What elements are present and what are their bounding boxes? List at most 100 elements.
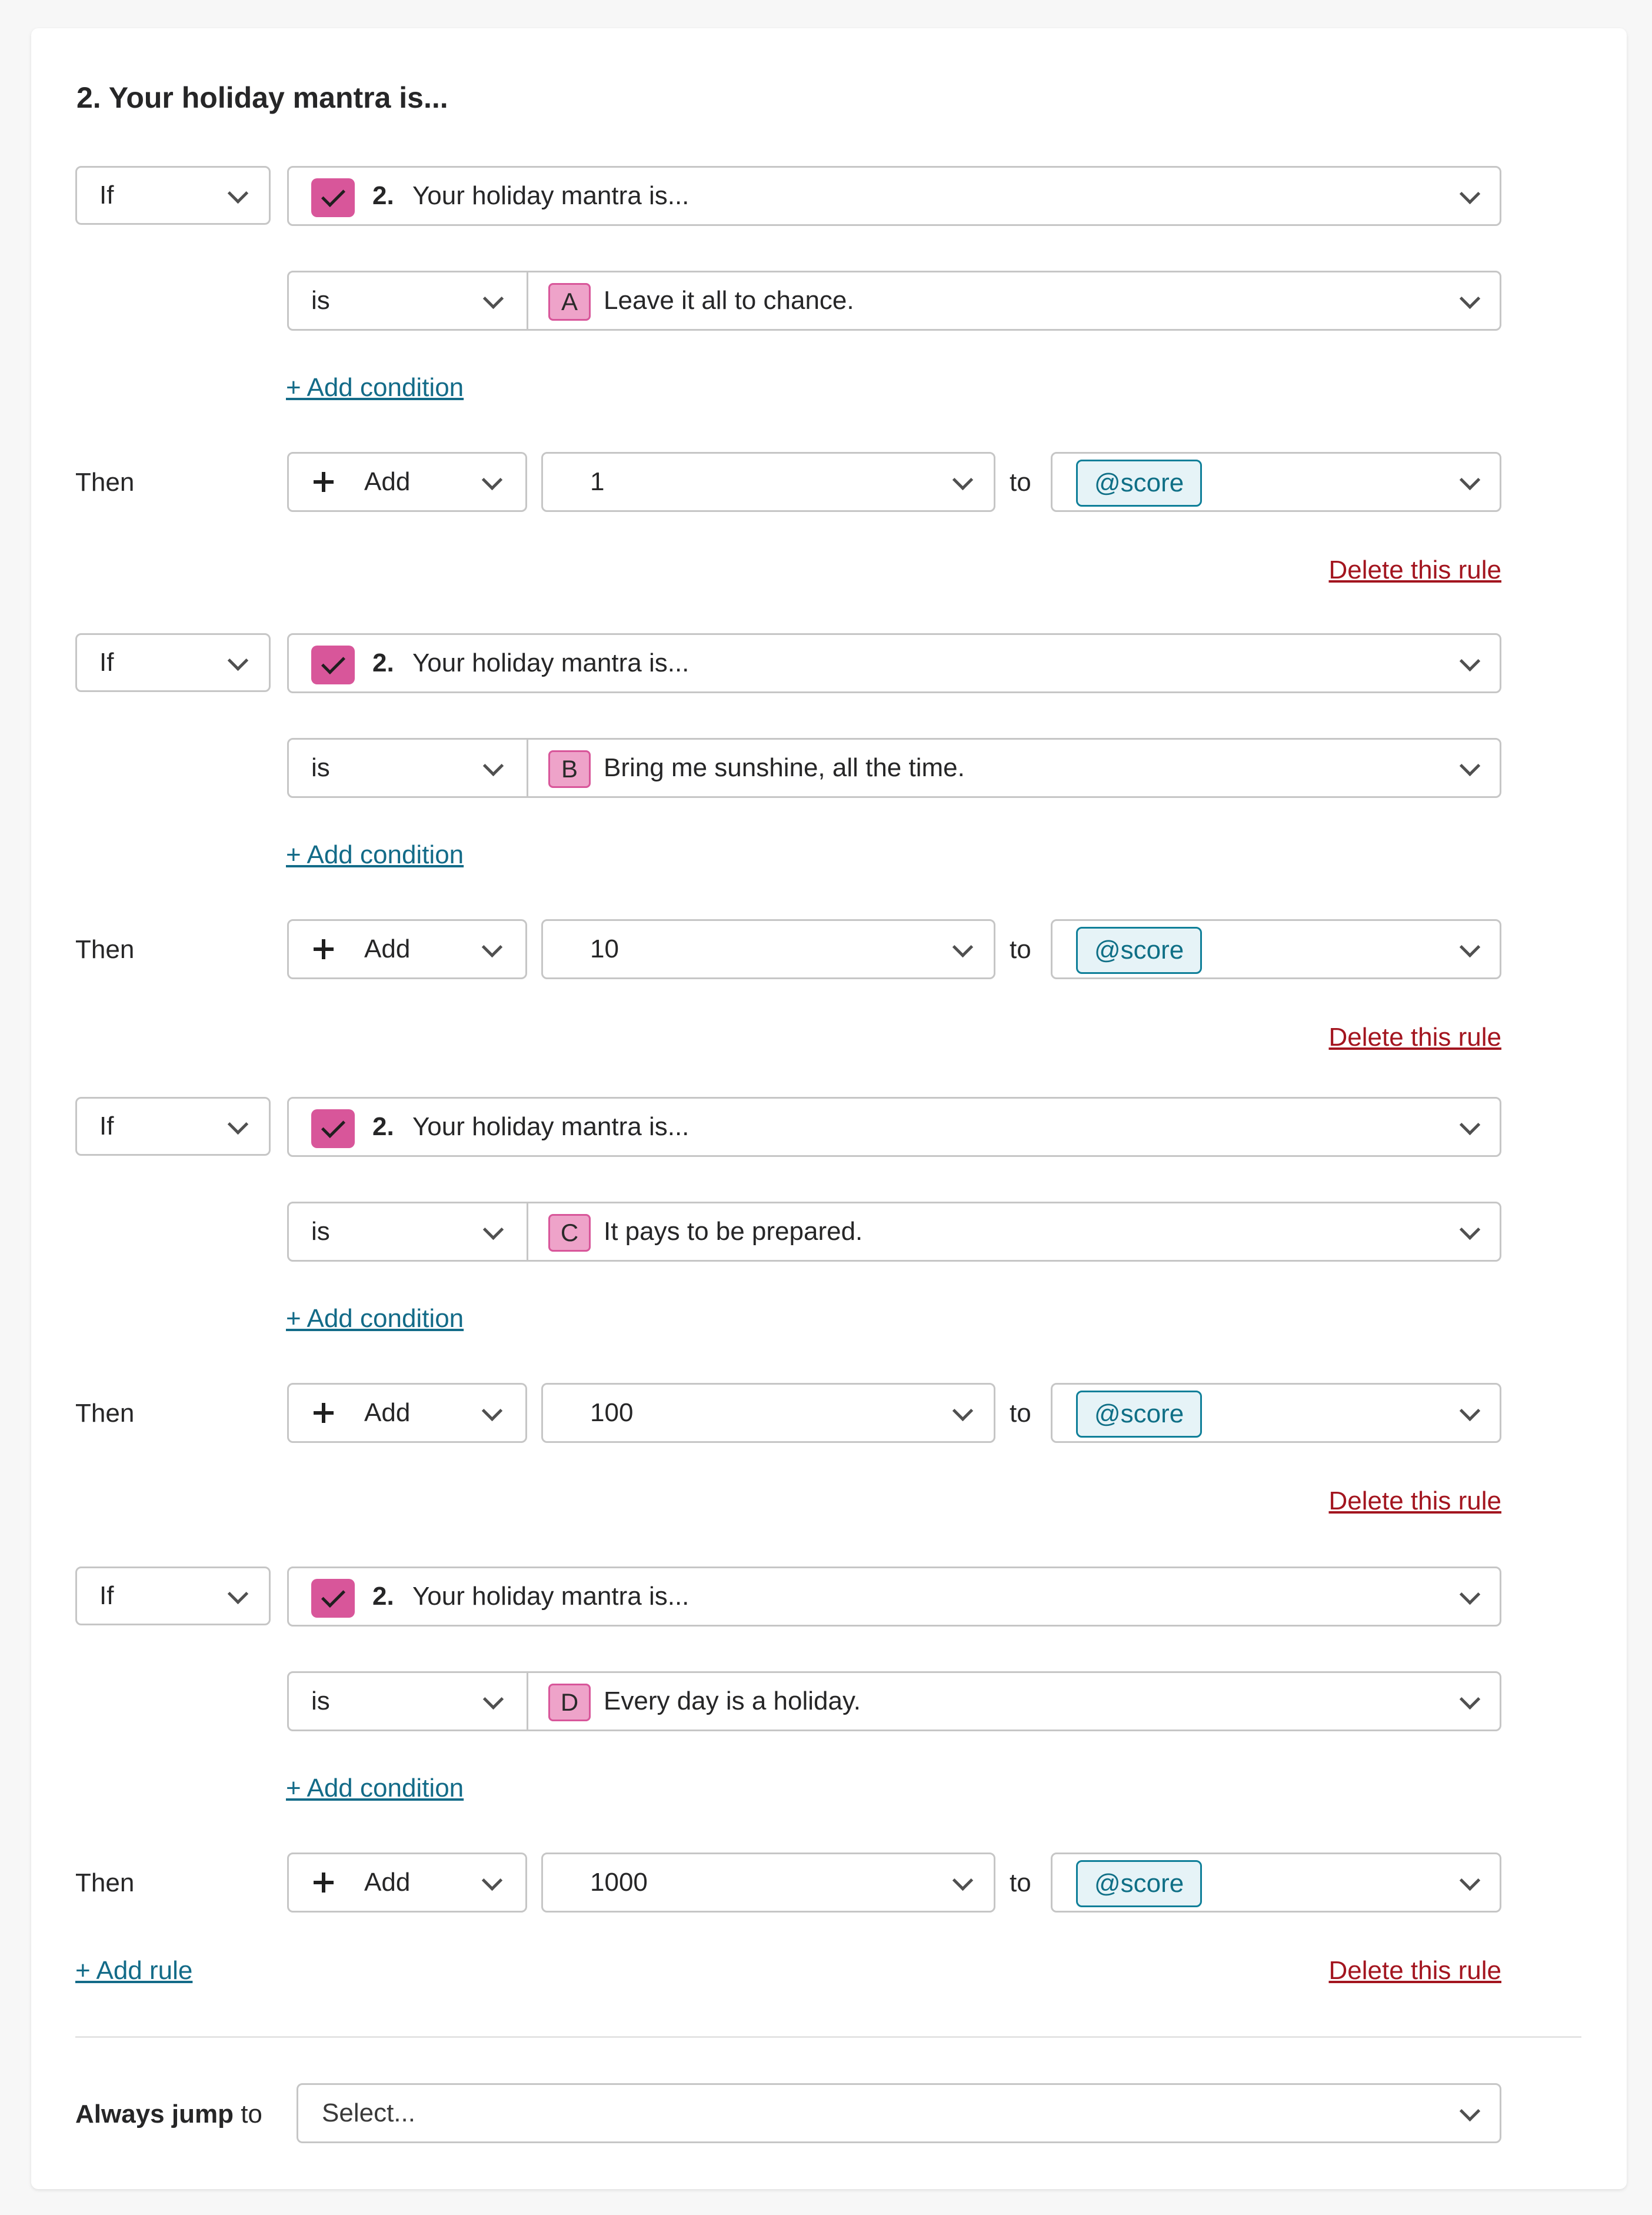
chevron-down-icon xyxy=(952,1400,974,1422)
variable-select[interactable]: @score xyxy=(1051,1853,1501,1913)
answer-select[interactable]: A Leave it all to chance. xyxy=(528,272,1500,329)
always-jump-select[interactable]: Select... xyxy=(297,2083,1501,2143)
answer-text: Every day is a holiday. xyxy=(604,1687,861,1715)
chevron-down-icon xyxy=(227,650,249,671)
then-label: Then xyxy=(75,1399,135,1428)
chevron-down-icon xyxy=(1459,469,1481,491)
answer-text: It pays to be prepared. xyxy=(604,1217,863,1246)
always-jump-label: Always jump to xyxy=(75,2097,262,2132)
divider xyxy=(75,2036,1581,2038)
question-number: 2. xyxy=(372,648,394,677)
chevron-down-icon xyxy=(1459,1870,1481,1891)
answer-letter-badge: D xyxy=(548,1684,591,1721)
action-select[interactable]: Add xyxy=(287,1383,527,1443)
plus-icon xyxy=(314,472,334,492)
value-select[interactable]: 1 xyxy=(541,452,995,512)
value-label: 10 xyxy=(590,934,619,963)
value-select[interactable]: 10 xyxy=(541,919,995,979)
value-select[interactable]: 100 xyxy=(541,1383,995,1443)
value-label: 1000 xyxy=(590,1868,648,1897)
question-select[interactable]: 2. Your holiday mantra is... xyxy=(287,1097,1501,1157)
question-select[interactable]: 2. Your holiday mantra is... xyxy=(287,166,1501,226)
if-select[interactable]: If xyxy=(75,633,271,692)
if-label: If xyxy=(99,181,114,209)
add-condition-link[interactable]: + Add condition xyxy=(286,840,464,870)
action-label: Add xyxy=(364,934,411,963)
delete-rule-link[interactable]: Delete this rule xyxy=(1329,1956,1501,1985)
answer-letter-badge: A xyxy=(548,283,591,321)
answer-letter-badge: C xyxy=(548,1214,591,1252)
then-label: Then xyxy=(75,1868,135,1897)
answer-select[interactable]: B Bring me sunshine, all the time. xyxy=(528,740,1500,796)
add-condition-link[interactable]: + Add condition xyxy=(286,1774,464,1803)
operator-label: is xyxy=(311,1217,330,1246)
if-label: If xyxy=(99,648,114,677)
variable-tag: @score xyxy=(1076,1391,1203,1438)
plus-icon xyxy=(314,1403,334,1423)
operator-select[interactable]: is xyxy=(289,1203,527,1260)
variable-select[interactable]: @score xyxy=(1051,919,1501,979)
answer-select[interactable]: C It pays to be prepared. xyxy=(528,1203,1500,1260)
answer-text: Leave it all to chance. xyxy=(604,286,854,315)
chevron-down-icon xyxy=(952,1870,974,1891)
chevron-down-icon xyxy=(481,1870,503,1891)
question-select[interactable]: 2. Your holiday mantra is... xyxy=(287,633,1501,693)
action-label: Add xyxy=(364,467,411,496)
chevron-down-icon xyxy=(1459,183,1481,205)
delete-rule-link[interactable]: Delete this rule xyxy=(1329,1023,1501,1052)
operator-label: is xyxy=(311,286,330,315)
operator-select[interactable]: is xyxy=(289,272,527,329)
condition-row: is D Every day is a holiday. xyxy=(287,1671,1501,1731)
chevron-down-icon xyxy=(1459,2100,1481,2122)
if-select[interactable]: If xyxy=(75,1567,271,1625)
section-title: 2. Your holiday mantra is... xyxy=(76,81,448,114)
always-jump-placeholder: Select... xyxy=(322,2098,415,2127)
chevron-down-icon xyxy=(952,469,974,491)
chevron-down-icon xyxy=(952,936,974,958)
checkbox-icon xyxy=(311,646,355,684)
question-text: Your holiday mantra is... xyxy=(412,1112,690,1141)
action-label: Add xyxy=(364,1398,411,1427)
question-select[interactable]: 2. Your holiday mantra is... xyxy=(287,1567,1501,1627)
action-select[interactable]: Add xyxy=(287,1853,527,1913)
add-condition-link[interactable]: + Add condition xyxy=(286,373,464,403)
if-label: If xyxy=(99,1112,114,1140)
action-select[interactable]: Add xyxy=(287,452,527,512)
if-select[interactable]: If xyxy=(75,1097,271,1156)
operator-label: is xyxy=(311,1687,330,1715)
then-label: Then xyxy=(75,468,135,497)
answer-select[interactable]: D Every day is a holiday. xyxy=(528,1673,1500,1730)
if-select[interactable]: If xyxy=(75,166,271,225)
chevron-down-icon xyxy=(1459,1400,1481,1422)
delete-rule-link[interactable]: Delete this rule xyxy=(1329,556,1501,585)
operator-select[interactable]: is xyxy=(289,1673,527,1730)
plus-icon xyxy=(314,1873,334,1893)
chevron-down-icon xyxy=(1459,755,1481,777)
add-rule-link[interactable]: + Add rule xyxy=(75,1956,192,1985)
always-jump-label-rest: to xyxy=(233,2100,262,2128)
answer-letter-badge: B xyxy=(548,750,591,788)
chevron-down-icon xyxy=(482,1688,504,1710)
action-select[interactable]: Add xyxy=(287,919,527,979)
value-label: 100 xyxy=(590,1398,634,1427)
chevron-down-icon xyxy=(482,755,504,777)
variable-tag: @score xyxy=(1076,460,1203,507)
chevron-down-icon xyxy=(481,469,503,491)
variable-select[interactable]: @score xyxy=(1051,452,1501,512)
add-condition-link[interactable]: + Add condition xyxy=(286,1304,464,1333)
operator-label: is xyxy=(311,753,330,782)
to-label: to xyxy=(1010,1399,1031,1428)
question-number: 2. xyxy=(372,181,394,210)
chevron-down-icon xyxy=(1459,288,1481,310)
variable-select[interactable]: @score xyxy=(1051,1383,1501,1443)
question-text: Your holiday mantra is... xyxy=(412,181,690,210)
operator-select[interactable]: is xyxy=(289,740,527,796)
always-jump-label-bold: Always jump xyxy=(75,2100,234,2128)
chevron-down-icon xyxy=(1459,936,1481,958)
action-label: Add xyxy=(364,1868,411,1897)
chevron-down-icon xyxy=(482,1219,504,1240)
value-select[interactable]: 1000 xyxy=(541,1853,995,1913)
condition-row: is C It pays to be prepared. xyxy=(287,1202,1501,1262)
checkbox-icon xyxy=(311,1579,355,1618)
delete-rule-link[interactable]: Delete this rule xyxy=(1329,1486,1501,1516)
